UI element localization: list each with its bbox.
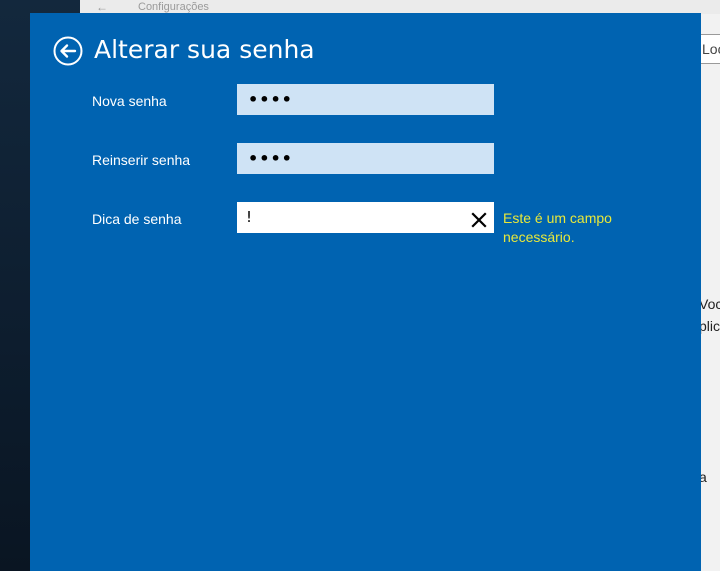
new-password-label: Nova senha <box>92 93 167 109</box>
password-hint-label: Dica de senha <box>92 211 182 227</box>
new-password-field[interactable]: •••• <box>237 84 494 115</box>
settings-partial-text: Voc <box>699 296 720 312</box>
password-hint-value: ! <box>246 208 253 226</box>
required-field-error: Este é um campo necessário. <box>503 210 612 245</box>
settings-back-arrow-icon[interactable]: ← <box>96 0 108 14</box>
back-button[interactable] <box>53 36 83 66</box>
password-hint-field[interactable]: ! <box>237 202 494 233</box>
back-arrow-circle-icon <box>53 36 83 66</box>
confirm-password-field[interactable]: •••• <box>237 143 494 174</box>
dialog-title: Alterar sua senha <box>94 35 315 64</box>
confirm-password-label: Reinserir senha <box>92 152 191 168</box>
clear-button[interactable] <box>470 208 488 228</box>
settings-partial-text: plic <box>699 318 720 334</box>
settings-window-title: Configurações <box>138 1 209 13</box>
settings-search-input[interactable]: Loc <box>699 34 720 64</box>
close-icon <box>471 212 487 228</box>
